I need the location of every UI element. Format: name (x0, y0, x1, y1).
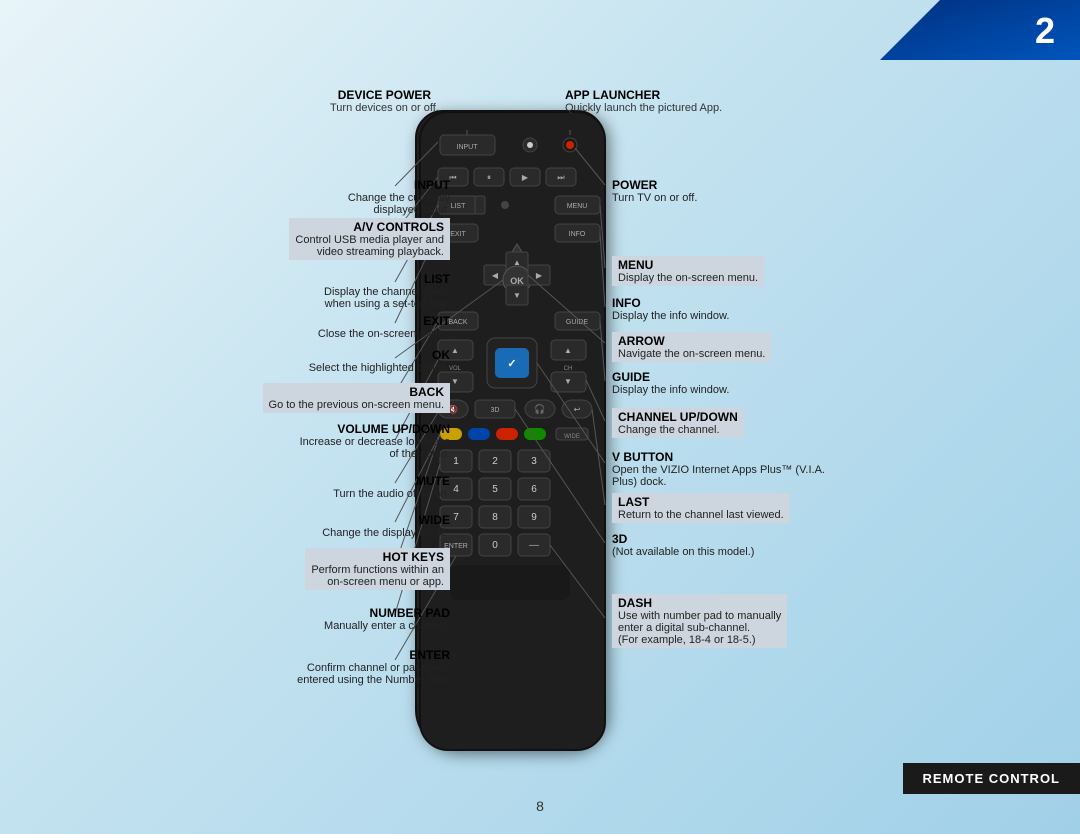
label-v-button: V BUTTON Open the VIZIO Internet Apps Pl… (612, 450, 825, 488)
device-power-label: DEVICE POWER Turn devices on or off. (330, 88, 439, 114)
label-av-controls: A/V CONTROLS Control USB media player an… (289, 218, 450, 260)
label-input: INPUT Change the currentlydisplayed inpu… (348, 178, 450, 216)
label-exit: EXIT Close the on-screen menu. (318, 314, 450, 340)
label-mute: MUTE Turn the audio off or on. (333, 474, 450, 500)
label-guide: GUIDE Display the info window. (612, 370, 729, 396)
label-hot-keys: HOT KEYS Perform functions within anon-s… (305, 548, 450, 590)
label-list: LIST Display the channel guidewhen using… (324, 272, 450, 310)
label-last: LAST Return to the channel last viewed. (612, 493, 790, 523)
app-launcher-label: APP LAUNCHER Quickly launch the pictured… (565, 88, 722, 114)
label-volume: VOLUME UP/DOWN Increase or decrease loud… (300, 422, 450, 460)
label-arrow: ARROW Navigate the on-screen menu. (612, 332, 771, 362)
label-info: INFO Display the info window. (612, 296, 729, 322)
bottom-page-number: 8 (536, 798, 544, 814)
label-ok: OK Select the highlighted option. (309, 348, 450, 374)
remote-control-footer-label: REMOTE CONTROL (903, 763, 1080, 794)
label-3d: 3D (Not available on this model.) (612, 532, 754, 558)
page-number: 2 (1035, 10, 1055, 52)
label-wide: WIDE Change the display mode. (322, 513, 450, 539)
label-power: POWER Turn TV on or off. (612, 178, 697, 204)
label-dash: DASH Use with number pad to manuallyente… (612, 594, 787, 648)
label-channel: CHANNEL UP/DOWN Change the channel. (612, 408, 744, 438)
label-menu: MENU Display the on-screen menu. (612, 256, 764, 286)
label-number-pad: NUMBER PAD Manually enter a channel. (324, 606, 450, 632)
label-back: BACK Go to the previous on-screen menu. (263, 383, 450, 413)
label-enter: ENTER Confirm channel or passcodeentered… (297, 648, 450, 686)
